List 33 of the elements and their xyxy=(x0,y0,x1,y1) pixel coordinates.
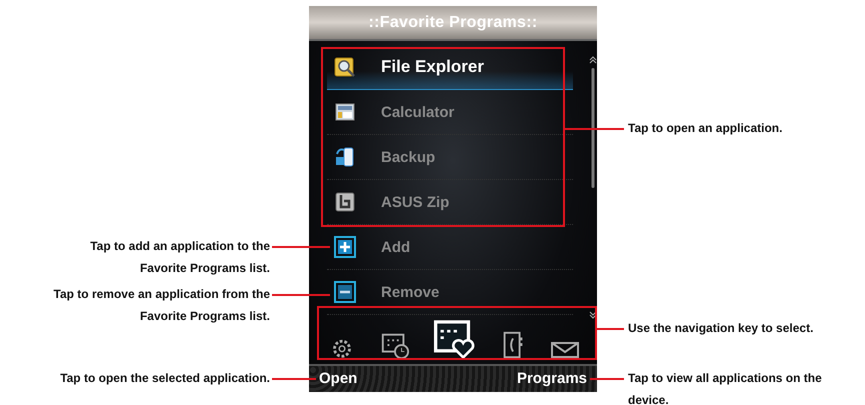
item-label: Calculator xyxy=(381,104,454,121)
callout-text: Use the navigation key to select. xyxy=(628,320,814,337)
list-item[interactable]: Add xyxy=(327,225,573,270)
callout-text: Tap to open an application. xyxy=(628,120,784,137)
callout-text: Tap to remove an application from the Favorite Programs list. xyxy=(52,286,270,325)
leader-line xyxy=(590,378,624,380)
plus-icon xyxy=(333,235,357,260)
leader-line xyxy=(595,328,624,330)
callout-text: Tap to open the selected application. xyxy=(59,370,270,387)
leader-line xyxy=(563,128,624,130)
envelope-icon xyxy=(551,342,580,358)
dock-item[interactable] xyxy=(551,342,580,360)
item-label: ASUS Zip xyxy=(381,194,450,211)
leader-line xyxy=(272,246,330,248)
minus-icon xyxy=(333,280,357,304)
dock-item[interactable] xyxy=(432,318,475,360)
screen-title: ::Favorite Programs:: xyxy=(368,14,538,32)
item-label: Backup xyxy=(381,148,436,166)
list-item[interactable]: Remove xyxy=(327,270,573,316)
item-label: Remove xyxy=(381,284,440,301)
callout-text: Tap to view all applications on the device. xyxy=(628,370,823,405)
callout-text: Tap to add an application to the Favorite Programs list. xyxy=(89,238,270,277)
calendar-heart-icon xyxy=(432,318,475,360)
list-item[interactable]: Calculator xyxy=(327,90,573,136)
leader-line xyxy=(272,294,330,296)
softkey-button[interactable]: Programs xyxy=(506,370,597,388)
softkey-button[interactable]: Open xyxy=(309,370,368,388)
leader-line xyxy=(272,378,316,380)
list-item[interactable]: Backup xyxy=(327,135,573,180)
folder-search-icon xyxy=(333,55,357,80)
item-label: Add xyxy=(381,238,410,256)
item-label: File Explorer xyxy=(381,57,484,78)
list-item[interactable]: ASUS Zip xyxy=(327,180,573,226)
